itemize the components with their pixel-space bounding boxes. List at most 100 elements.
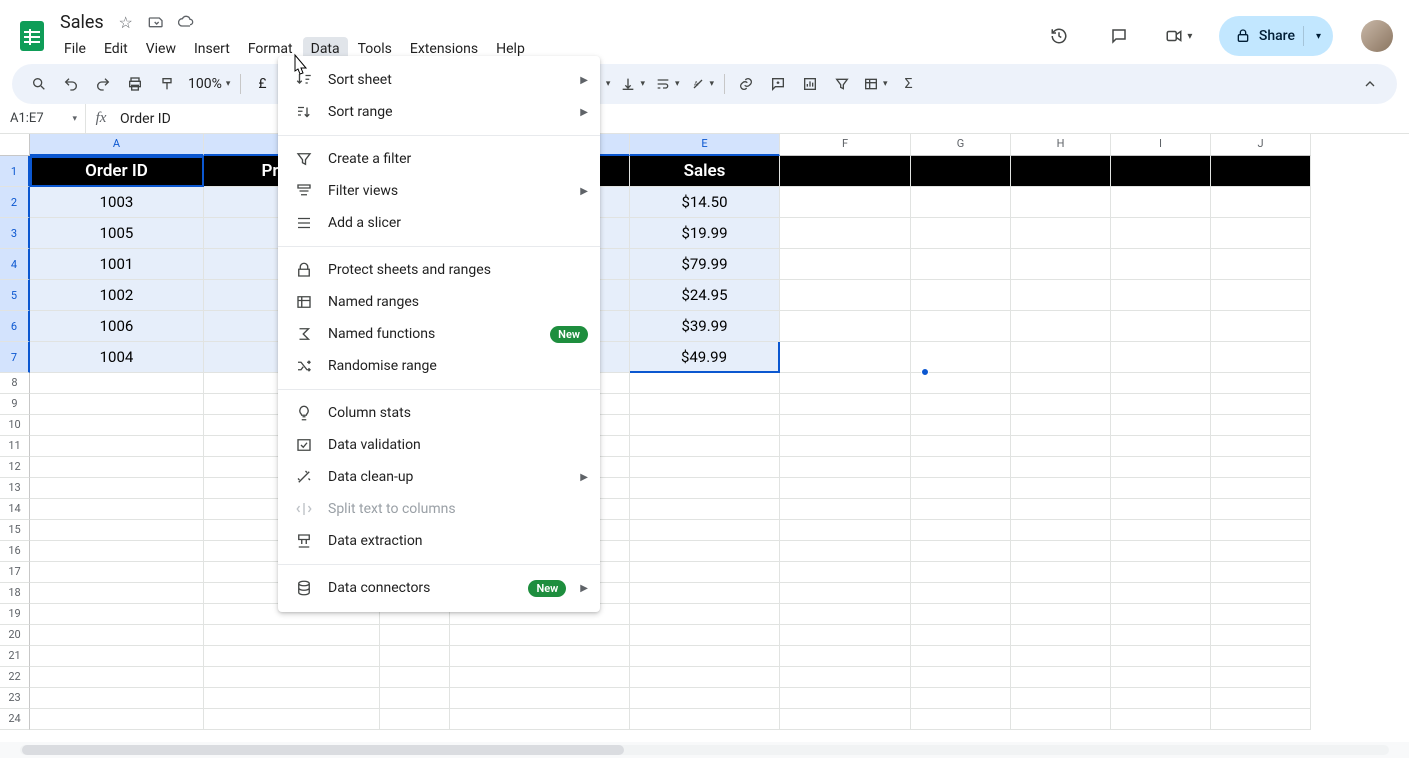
cell[interactable] [630,667,780,688]
cell[interactable] [1011,457,1111,478]
cell[interactable] [1111,667,1211,688]
cell[interactable] [911,249,1011,280]
cell[interactable] [1211,562,1311,583]
cell[interactable] [1011,688,1111,709]
cell[interactable] [30,646,204,667]
cell[interactable] [380,667,450,688]
cell[interactable] [911,499,1011,520]
share-dropdown-icon[interactable]: ▾ [1312,31,1325,42]
undo-icon[interactable] [56,69,86,99]
cell[interactable] [30,499,204,520]
cell[interactable] [1111,604,1211,625]
cell[interactable] [204,646,380,667]
cell[interactable] [450,667,630,688]
menu-item-data-validation[interactable]: Data validation [278,429,600,461]
cell[interactable] [1211,218,1311,249]
header-cell[interactable]: Order ID [30,156,204,187]
cell[interactable] [30,457,204,478]
data-cell[interactable]: 1004 [30,342,204,373]
cell[interactable] [1011,520,1111,541]
col-header-E[interactable]: E [630,134,780,156]
data-cell[interactable]: 1005 [30,218,204,249]
cell[interactable] [911,394,1011,415]
cell[interactable] [780,457,911,478]
doc-title[interactable]: Sales [60,12,104,33]
data-cell[interactable]: 1006 [30,311,204,342]
cell[interactable] [30,667,204,688]
menu-item-column-stats[interactable]: Column stats [278,397,600,429]
select-all-corner[interactable] [0,134,30,156]
move-icon[interactable] [146,12,166,32]
cell[interactable] [1011,187,1111,218]
row-header-16[interactable]: 16 [0,541,30,562]
cell[interactable] [780,156,911,187]
cell[interactable] [30,520,204,541]
cell[interactable] [30,541,204,562]
cell[interactable] [1011,311,1111,342]
cell[interactable] [30,415,204,436]
cell[interactable] [1011,342,1111,373]
cell[interactable] [380,688,450,709]
cell[interactable] [204,625,380,646]
collapse-toolbar-icon[interactable] [1355,69,1385,99]
cell[interactable] [1211,667,1311,688]
cell[interactable] [780,688,911,709]
cell[interactable] [630,373,780,394]
cell[interactable] [1211,520,1311,541]
cell[interactable] [911,156,1011,187]
menu-view[interactable]: View [138,37,184,61]
row-header-17[interactable]: 17 [0,562,30,583]
cell[interactable] [1211,187,1311,218]
cell[interactable] [1011,280,1111,311]
cell[interactable] [1111,311,1211,342]
row-header-6[interactable]: 6 [0,311,30,342]
cell[interactable] [911,415,1011,436]
menu-edit[interactable]: Edit [96,37,136,61]
row-header-23[interactable]: 23 [0,688,30,709]
history-icon[interactable] [1039,16,1079,56]
cell[interactable] [1011,667,1111,688]
cell[interactable] [780,562,911,583]
cell[interactable] [204,709,380,730]
filter-toolbar-button[interactable] [827,69,857,99]
print-icon[interactable] [120,69,150,99]
cell[interactable] [1111,342,1211,373]
row-header-4[interactable]: 4 [0,249,30,280]
cell[interactable] [1111,415,1211,436]
cell[interactable] [30,394,204,415]
data-cell[interactable]: $49.99 [630,342,780,373]
row-header-21[interactable]: 21 [0,646,30,667]
cell[interactable] [1011,436,1111,457]
cell[interactable] [1011,394,1111,415]
redo-icon[interactable] [88,69,118,99]
cell[interactable] [1011,562,1111,583]
menu-item-data-extraction[interactable]: Data extraction [278,525,600,557]
cell[interactable] [630,436,780,457]
col-header-H[interactable]: H [1011,134,1111,156]
cell[interactable] [780,583,911,604]
cell[interactable] [1211,688,1311,709]
cell[interactable] [911,311,1011,342]
name-box[interactable]: A1:E7 [4,104,86,133]
cell[interactable] [1111,646,1211,667]
cell[interactable] [630,478,780,499]
currency-button[interactable]: £ [247,69,277,99]
cell[interactable] [1111,499,1211,520]
cell[interactable] [780,520,911,541]
cell[interactable] [1111,187,1211,218]
cell[interactable] [1211,541,1311,562]
row-header-22[interactable]: 22 [0,667,30,688]
cell[interactable] [780,249,911,280]
cell[interactable] [780,373,911,394]
row-header-7[interactable]: 7 [0,342,30,373]
cell[interactable] [1011,373,1111,394]
cell[interactable] [780,604,911,625]
cell[interactable] [911,709,1011,730]
cell[interactable] [780,709,911,730]
cell[interactable] [911,583,1011,604]
cell[interactable] [630,394,780,415]
cell[interactable] [911,373,1011,394]
cell[interactable] [450,709,630,730]
row-header-19[interactable]: 19 [0,604,30,625]
cell[interactable] [911,625,1011,646]
